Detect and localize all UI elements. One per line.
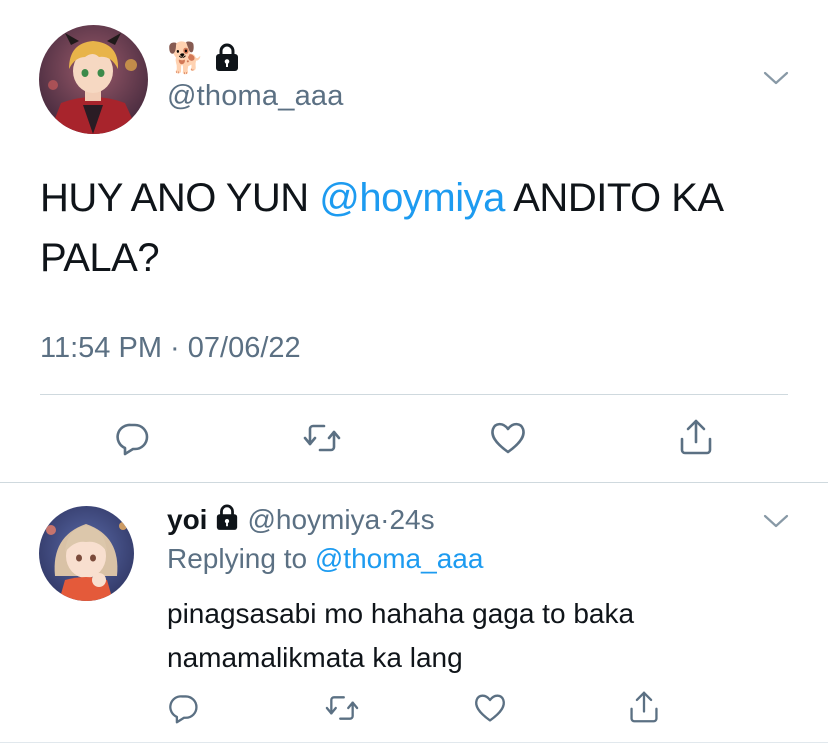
chevron-down-icon[interactable] <box>763 70 789 86</box>
reply-handle[interactable]: @hoymiya <box>247 504 380 536</box>
section-divider <box>0 482 828 483</box>
display-name[interactable]: 🐕 <box>167 40 240 78</box>
avatar-image <box>39 25 148 134</box>
avatar[interactable] <box>39 25 148 134</box>
retweet-icon <box>325 696 359 720</box>
reply-text: pinagsasabi mo hahaha gaga to baka namam… <box>167 598 635 673</box>
main-tweet: 🐕 @thoma_aaa HUY ANO YUN @hoymiya ANDITO… <box>0 0 828 482</box>
divider <box>0 742 828 743</box>
meta-separator: · <box>161 332 188 364</box>
like-button[interactable] <box>472 690 508 726</box>
reply-separator: · <box>380 504 390 535</box>
reply-icon <box>169 695 198 724</box>
tweet-text-part: HUY ANO YUN <box>40 176 320 220</box>
dog-emoji: 🐕 <box>167 41 205 76</box>
retweet-icon <box>303 424 341 452</box>
avatar-image <box>39 506 134 601</box>
tweet-timestamp[interactable]: 11:54 PM · 07/06/22 <box>40 332 301 365</box>
share-button[interactable] <box>626 688 662 726</box>
tweet-text: HUY ANO YUN @hoymiya ANDITO KA PALA? <box>40 168 800 288</box>
lock-icon <box>215 503 239 538</box>
divider <box>40 394 788 395</box>
replying-prefix: Replying to <box>167 543 315 574</box>
retweet-button[interactable] <box>322 690 362 726</box>
share-icon <box>630 691 658 723</box>
like-icon <box>475 694 505 722</box>
user-handle[interactable]: @thoma_aaa <box>167 80 344 113</box>
reply-avatar[interactable] <box>39 506 134 601</box>
retweet-button[interactable] <box>300 418 344 458</box>
reply-icon <box>116 423 149 456</box>
lock-icon <box>214 42 240 77</box>
tweet-date: 07/06/22 <box>187 332 301 364</box>
chevron-down-icon[interactable] <box>763 513 789 529</box>
tweet-time: 11:54 PM <box>40 332 162 364</box>
mention-link[interactable]: @hoymiya <box>319 176 505 220</box>
replying-to-mention[interactable]: @thoma_aaa <box>315 543 484 574</box>
like-button[interactable] <box>488 418 528 458</box>
like-icon <box>491 422 525 454</box>
reply-header: yoi @hoymiya · 24s <box>167 502 435 538</box>
reply-display-name[interactable]: yoi <box>167 504 207 536</box>
reply-button[interactable] <box>166 690 202 726</box>
share-icon <box>680 419 712 455</box>
share-button[interactable] <box>676 416 716 458</box>
reply-button[interactable] <box>113 418 153 458</box>
reply-timestamp[interactable]: 24s <box>389 504 434 536</box>
replying-to: Replying to @thoma_aaa <box>167 543 483 575</box>
